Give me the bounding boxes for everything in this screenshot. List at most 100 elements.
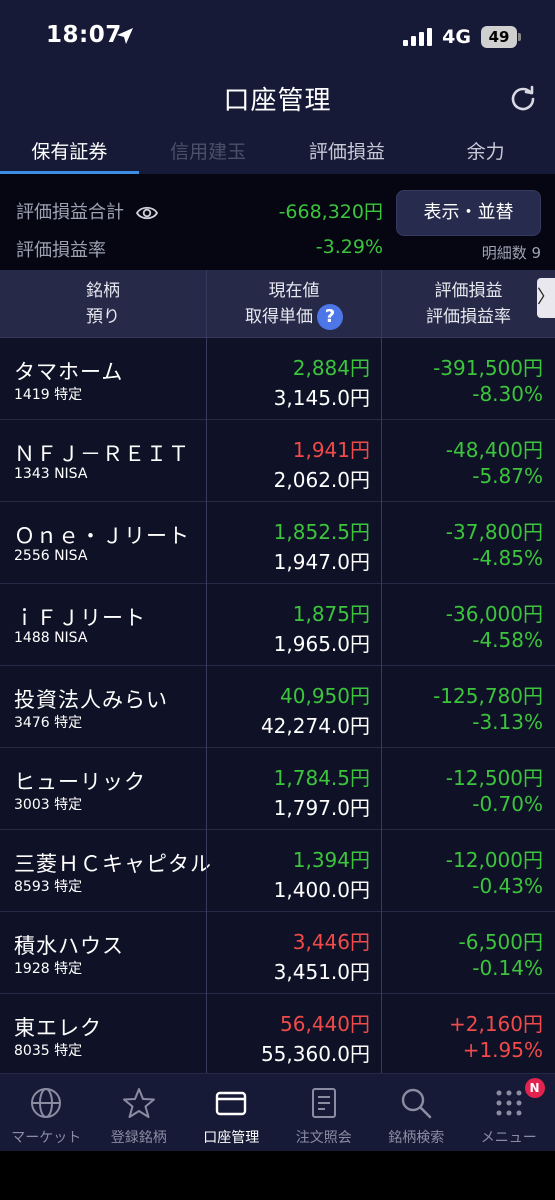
table-row[interactable]: 積水ハウス 1928 特定 3,446円 3,451.0円 -6,500円 -0… — [0, 912, 555, 994]
nav-search[interactable]: 銘柄検索 — [370, 1074, 463, 1151]
tab-bar: 保有証券 信用建玉 評価損益 余力 — [0, 130, 555, 174]
table-row[interactable]: 東エレク 8035 特定 56,440円 55,360.0円 +2,160円 +… — [0, 994, 555, 1073]
current-price: 3,446円 — [292, 930, 370, 954]
bottom-nav: マーケット 登録銘柄 口座管理 注文照会 銘柄検索 N メニュー — [0, 1073, 555, 1151]
pl-rate-value: -3.29% — [315, 236, 383, 258]
valuation-pl: -37,800円 — [445, 520, 543, 544]
current-price: 1,875円 — [292, 602, 370, 626]
status-bar: 18:07 4G 49 — [0, 0, 555, 66]
star-icon — [122, 1088, 155, 1118]
acquisition-price: 55,360.0円 — [260, 1042, 370, 1066]
stock-code: 8035 特定 — [14, 1043, 83, 1059]
home-indicator-area — [0, 1151, 555, 1200]
nav-label: 銘柄検索 — [388, 1130, 445, 1146]
valuation-pl: -12,500円 — [445, 766, 543, 790]
header-valuation-pl-rate: 評価損益率 — [426, 307, 511, 327]
valuation-pl: -125,780円 — [433, 684, 543, 708]
table-row[interactable]: ｉＦＪリート 1488 NISA 1,875円 1,965.0円 -36,000… — [0, 584, 555, 666]
stock-code: 1343 NISA — [14, 466, 88, 482]
stock-name: 東エレク — [14, 1016, 102, 1040]
header-col-name: 銘柄 預り — [0, 278, 206, 330]
stock-code: 1488 NISA — [14, 630, 88, 646]
nav-label: マーケット — [11, 1130, 82, 1146]
stock-code: 1928 特定 — [14, 961, 83, 977]
valuation-pl-rate: -3.13% — [472, 710, 543, 734]
stock-name: Ｏｎｅ・Ｊリート — [14, 524, 190, 548]
nav-market[interactable]: マーケット — [0, 1074, 93, 1151]
table-row[interactable]: ヒューリック 3003 特定 1,784.5円 1,797.0円 -12,500… — [0, 748, 555, 830]
tab-buying-power[interactable]: 余力 — [416, 130, 555, 174]
current-price: 1,852.5円 — [273, 520, 370, 544]
nav-orders[interactable]: 注文照会 — [278, 1074, 371, 1151]
header-valuation-pl: 評価損益 — [434, 281, 503, 301]
acquisition-price: 3,145.0円 — [273, 386, 370, 410]
display-sort-button[interactable]: 表示・並替 — [396, 190, 541, 236]
tab-margin-positions[interactable]: 信用建玉 — [139, 130, 278, 174]
stock-code: 3003 特定 — [14, 797, 83, 813]
valuation-pl-rate: -4.85% — [472, 546, 543, 570]
acquisition-price: 2,062.0円 — [273, 468, 370, 492]
current-price: 1,941円 — [292, 438, 370, 462]
column-divider — [381, 338, 382, 1073]
current-price: 2,884円 — [292, 356, 370, 380]
current-price: 1,784.5円 — [273, 766, 370, 790]
nav-account[interactable]: 口座管理 — [185, 1074, 278, 1151]
app-header: 口座管理 — [0, 66, 555, 130]
tab-profit-loss[interactable]: 評価損益 — [278, 130, 417, 174]
scroll-right-icon[interactable]: 〉 — [537, 278, 555, 318]
current-price: 40,950円 — [280, 684, 370, 708]
table-row[interactable]: 三菱ＨＣキャピタル 8593 特定 1,394円 1,400.0円 -12,00… — [0, 830, 555, 912]
nav-label: メニュー — [480, 1130, 537, 1146]
header-col-pl: 評価損益 評価損益率 — [382, 278, 555, 330]
valuation-pl-rate: +1.95% — [462, 1038, 543, 1062]
stock-code: 1419 特定 — [14, 387, 83, 403]
search-icon — [402, 1088, 432, 1119]
valuation-pl-rate: -0.70% — [472, 792, 543, 816]
valuation-pl: +2,160円 — [448, 1012, 543, 1036]
table-row[interactable]: Ｏｎｅ・Ｊリート 2556 NISA 1,852.5円 1,947.0円 -37… — [0, 502, 555, 584]
stock-name: ｉＦＪリート — [14, 606, 146, 630]
stock-code: 8593 特定 — [14, 879, 83, 895]
help-icon[interactable]: ? — [317, 304, 343, 330]
nav-label: 注文照会 — [295, 1130, 352, 1146]
valuation-pl: -36,000円 — [445, 602, 543, 626]
stock-name: 投資法人みらい — [14, 688, 168, 712]
header-current-price: 現在値 — [268, 281, 320, 301]
detail-count: 明細数 9 — [481, 244, 541, 262]
acquisition-price: 42,274.0円 — [260, 714, 370, 738]
total-pl-value: -668,320円 — [278, 201, 383, 223]
valuation-pl: -12,000円 — [445, 848, 543, 872]
valuation-pl: -6,500円 — [458, 930, 543, 954]
eye-icon[interactable] — [135, 205, 158, 221]
acquisition-price: 1,947.0円 — [273, 550, 370, 574]
table-row[interactable]: ＮＦＪ－ＲＥＩＴ 1343 NISA 1,941円 2,062.0円 -48,4… — [0, 420, 555, 502]
summary-panel: 評価損益合計 -668,320円 評価損益率 -3.29% 表示・並替 明細数 … — [0, 174, 555, 270]
cellular-signal-icon — [403, 28, 433, 46]
valuation-pl-rate: -0.14% — [472, 956, 543, 980]
header-custody: 預り — [86, 307, 120, 327]
column-divider — [206, 338, 207, 1073]
valuation-pl: -391,500円 — [433, 356, 543, 380]
status-time: 18:07 — [46, 22, 122, 48]
holdings-list: タマホーム 1419 特定 2,884円 3,145.0円 -391,500円 … — [0, 338, 555, 1073]
table-row[interactable]: タマホーム 1419 特定 2,884円 3,145.0円 -391,500円 … — [0, 338, 555, 420]
acquisition-price: 1,797.0円 — [273, 796, 370, 820]
nav-label: 登録銘柄 — [110, 1130, 167, 1146]
current-price: 1,394円 — [292, 848, 370, 872]
refresh-icon[interactable] — [509, 84, 537, 112]
stock-name: 積水ハウス — [14, 934, 124, 958]
stock-name: タマホーム — [14, 360, 124, 384]
battery-icon: 49 — [481, 26, 521, 48]
grid-menu-icon — [496, 1090, 522, 1116]
tab-holdings[interactable]: 保有証券 — [0, 130, 139, 174]
location-arrow-icon — [117, 28, 133, 44]
total-pl-label-group: 評価損益合計 — [16, 198, 158, 224]
current-price: 56,440円 — [280, 1012, 370, 1036]
card-icon — [216, 1091, 247, 1116]
acquisition-price: 1,965.0円 — [273, 632, 370, 656]
table-row[interactable]: 投資法人みらい 3476 特定 40,950円 42,274.0円 -125,7… — [0, 666, 555, 748]
stock-code: 3476 特定 — [14, 715, 83, 731]
nav-watchlist[interactable]: 登録銘柄 — [93, 1074, 186, 1151]
stock-name: ＮＦＪ－ＲＥＩＴ — [14, 442, 190, 466]
nav-menu[interactable]: N メニュー — [463, 1074, 555, 1151]
